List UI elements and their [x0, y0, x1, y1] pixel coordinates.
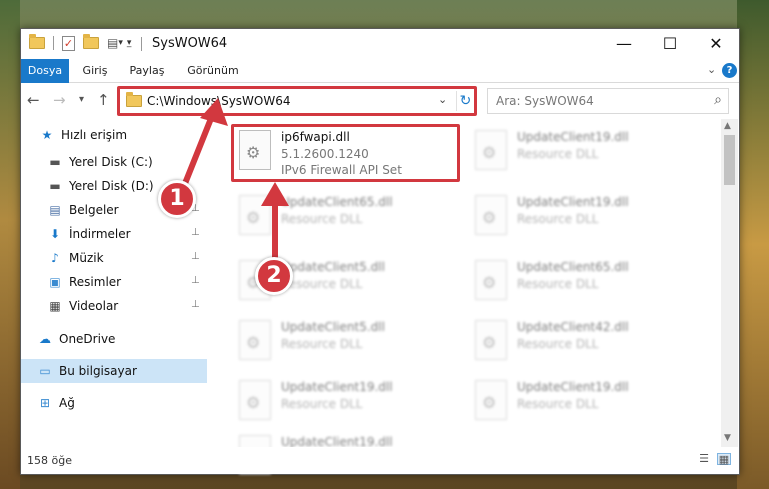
- step-2-badge: 2: [255, 257, 293, 295]
- arrow-1-shaft: [181, 113, 215, 189]
- step-1-badge: 1: [158, 180, 196, 218]
- arrow-2-head: [261, 182, 289, 206]
- arrow-1-head: [200, 98, 228, 126]
- annotation-arrows: [181, 98, 289, 263]
